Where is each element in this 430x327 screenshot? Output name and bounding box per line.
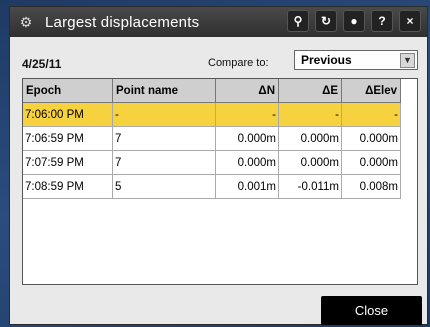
app-gear-icon: ⚙ [19, 13, 33, 30]
cell-delta-e: 0.000m [278, 150, 342, 175]
cell-epoch: 7:08:59 PM [23, 174, 113, 199]
table-header-row: Epoch Point name ΔN ΔE ΔElev [23, 79, 401, 103]
cell-delta-e: - [278, 102, 342, 127]
date-label: 4/25/11 [22, 57, 62, 71]
table-row[interactable]: 7:08:59 PM 5 0.001m -0.011m 0.008m [23, 174, 401, 199]
column-header-delta-n[interactable]: ΔN [215, 79, 279, 103]
cell-delta-elev: 0.000m [341, 150, 401, 175]
cell-point-name: 7 [112, 150, 216, 175]
cell-point-name: - [112, 102, 216, 127]
compare-to-value: Previous [301, 53, 352, 67]
cell-delta-elev: 0.008m [341, 174, 401, 199]
cell-delta-n: - [215, 102, 279, 127]
table-row[interactable]: 7:06:59 PM 7 0.000m 0.000m 0.000m [23, 126, 401, 151]
table-row[interactable]: 7:07:59 PM 7 0.000m 0.000m 0.000m [23, 150, 401, 175]
column-header-point-name[interactable]: Point name [112, 79, 216, 103]
cell-delta-elev: 0.000m [341, 126, 401, 151]
status-icon[interactable]: ● [343, 10, 365, 32]
compare-to-dropdown[interactable]: Previous ▼ [294, 50, 418, 70]
column-header-delta-elev[interactable]: ΔElev [341, 79, 401, 103]
window-title: Largest displacements [45, 13, 200, 31]
cell-delta-n: 0.000m [215, 126, 279, 151]
displacements-dialog: ⚙ Largest displacements ⚲ ↻ ● ? × 4/25/1… [9, 6, 428, 325]
cell-delta-elev: - [341, 102, 401, 127]
chevron-down-icon[interactable]: ▼ [400, 52, 415, 68]
cell-point-name: 5 [112, 174, 216, 199]
title-bar-buttons: ⚲ ↻ ● ? × [287, 10, 427, 32]
rotate-icon[interactable]: ↻ [315, 10, 337, 32]
dialog-content: 4/25/11 Compare to: Previous ▼ Epoch Poi… [16, 43, 422, 325]
column-header-delta-e[interactable]: ΔE [278, 79, 342, 103]
title-bar: ⚙ Largest displacements ⚲ ↻ ● ? × [10, 7, 427, 37]
cell-point-name: 7 [112, 126, 216, 151]
cell-delta-n: 0.001m [215, 174, 279, 199]
cell-epoch: 7:06:59 PM [23, 126, 113, 151]
displacements-table: Epoch Point name ΔN ΔE ΔElev 7:06:00 PM … [23, 79, 401, 199]
cell-epoch: 7:07:59 PM [23, 150, 113, 175]
cell-delta-e: 0.000m [278, 126, 342, 151]
cell-delta-e: -0.011m [278, 174, 342, 199]
cell-epoch: 7:06:00 PM [23, 102, 113, 127]
compare-to-label: Compare to: [208, 57, 269, 69]
column-header-epoch[interactable]: Epoch [23, 79, 113, 103]
close-window-icon[interactable]: × [399, 10, 421, 32]
help-icon[interactable]: ? [371, 10, 393, 32]
location-pin-icon[interactable]: ⚲ [287, 10, 309, 32]
cell-delta-n: 0.000m [215, 150, 279, 175]
displacements-table-container[interactable]: Epoch Point name ΔN ΔE ΔElev 7:06:00 PM … [22, 78, 418, 285]
table-row[interactable]: 7:06:00 PM - - - - [23, 102, 401, 127]
close-button[interactable]: Close [321, 296, 422, 325]
